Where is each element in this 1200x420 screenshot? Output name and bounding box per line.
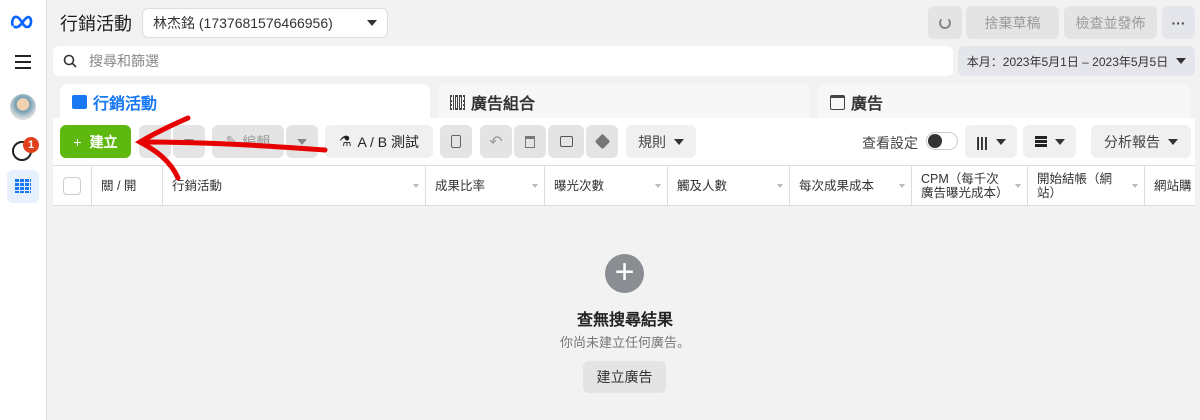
folder-icon [72,95,87,109]
tab-campaigns[interactable]: 行銷活動 [60,84,430,120]
tab-ad-sets[interactable]: 廣告組合 [438,84,810,120]
search-placeholder: 搜尋和篩選 [89,53,159,69]
column-header[interactable]: 觸及人數 [668,166,790,205]
undo-button[interactable]: ↶ [480,125,512,158]
review-publish-button[interactable]: 檢查並發佈 [1064,6,1157,39]
rules-label: 規則 [638,133,666,150]
empty-title: 查無搜尋結果 [576,312,673,329]
column-label: 網站購 [1154,178,1192,193]
columns-button[interactable]: ||| [965,125,1017,158]
column-header[interactable]: 網站購 [1145,166,1195,205]
notification-badge: 1 [23,137,39,153]
account-selector[interactable]: 林杰銘 (1737681576466956) [142,8,388,38]
columns-icon: ||| [976,133,988,150]
create-ad-button[interactable]: 建立廣告 [583,361,666,393]
chevron-down-icon [367,20,377,26]
preview-icon [559,136,573,147]
sidebar: 1 [0,0,47,420]
tag-icon [594,133,610,150]
column-header[interactable]: 每次成果成本 [790,166,912,205]
tab-ads[interactable]: 廣告 [818,84,1190,120]
plus-icon: + [73,133,82,150]
date-range-text: 本月：2023年5月1日 – 2023年5月5日 [966,54,1169,69]
create-label: 建立 [89,133,118,150]
column-label: 曝光次數 [554,178,605,193]
refresh-icon [939,16,951,29]
edit-label: 編輯 [242,133,271,150]
column-header[interactable]: 開始結帳（網站） [1028,166,1145,205]
chevron-down-icon [184,138,194,145]
chevron-down-icon [674,138,684,145]
column-label: 觸及人數 [677,178,728,193]
refresh-button[interactable] [928,6,962,39]
search-icon [63,54,77,68]
discard-drafts-button[interactable]: 捨棄草稿 [966,6,1059,39]
add-circle-icon: + [605,254,644,293]
select-all-checkbox[interactable] [63,176,81,195]
duplicate-dropdown[interactable] [173,125,205,158]
date-range-picker[interactable]: 本月：2023年5月1日 – 2023年5月5日 [958,46,1195,76]
page-title: 行銷活動 [60,14,132,34]
column-header[interactable]: 關 / 開 [92,166,163,205]
undo-icon: ↶ [489,133,503,151]
trash-icon [525,135,535,148]
column-label: CPM（每千次廣告曝光成本） [921,171,1009,200]
account-name: 林杰銘 (1737681576466956) [153,15,333,31]
column-header[interactable]: 行銷活動 [163,166,426,205]
column-label: 開始結帳（網站） [1037,171,1113,200]
column-header[interactable]: 曝光次數 [545,166,668,205]
ab-test-label: A / B 測試 [357,133,420,150]
flask-icon: ⚗ [338,133,352,149]
rules-button[interactable]: 規則 [626,125,696,158]
reports-button[interactable]: 分析報告 [1091,125,1191,158]
search-bar[interactable]: 搜尋和篩選 [53,46,953,76]
tab-label: 廣告 [851,96,884,113]
grid-icon [450,94,465,110]
column-label: 行銷活動 [172,178,223,193]
avatar[interactable] [10,94,36,120]
chevron-down-icon [1054,138,1065,145]
empty-subtitle: 你尚未建立任何廣告。 [559,335,690,350]
column-header[interactable]: 成果比率 [426,166,545,205]
preview-button[interactable] [548,125,584,158]
breakdown-icon [1034,136,1047,147]
ad-window-icon [830,94,845,110]
column-label: 每次成果成本 [799,178,875,193]
reports-label: 分析報告 [1104,133,1160,150]
edit-button[interactable]: ✎ 編輯 [212,125,284,158]
edit-dropdown[interactable] [286,125,318,158]
more-button[interactable]: ··· [1162,6,1195,39]
ads-manager-nav[interactable] [7,170,39,203]
tab-label: 廣告組合 [471,96,536,113]
meta-logo-icon[interactable] [10,14,36,30]
clipboard-icon [451,135,461,148]
select-all-cell [53,166,92,205]
clipboard-button[interactable] [440,125,472,158]
view-settings-toggle[interactable] [926,132,958,150]
create-button[interactable]: + 建立 [60,125,131,158]
pencil-icon: ✎ [225,133,238,149]
table-icon [15,179,31,193]
breakdown-button[interactable] [1023,125,1076,158]
chevron-down-icon [995,138,1006,145]
delete-button[interactable] [514,125,546,158]
column-label: 關 / 開 [101,178,137,193]
chevron-down-icon [1176,58,1187,64]
chevron-down-icon [1168,138,1178,145]
duplicate-button[interactable] [139,125,171,158]
view-settings-label: 查看設定 [862,135,918,151]
menu-icon[interactable] [15,55,31,69]
column-label: 成果比率 [435,178,486,193]
ab-test-button[interactable]: ⚗ A / B 測試 [325,125,433,158]
tab-label: 行銷活動 [93,96,158,113]
chevron-down-icon [297,138,307,145]
column-header[interactable]: CPM（每千次廣告曝光成本） [912,166,1028,205]
tag-button[interactable] [586,125,618,158]
